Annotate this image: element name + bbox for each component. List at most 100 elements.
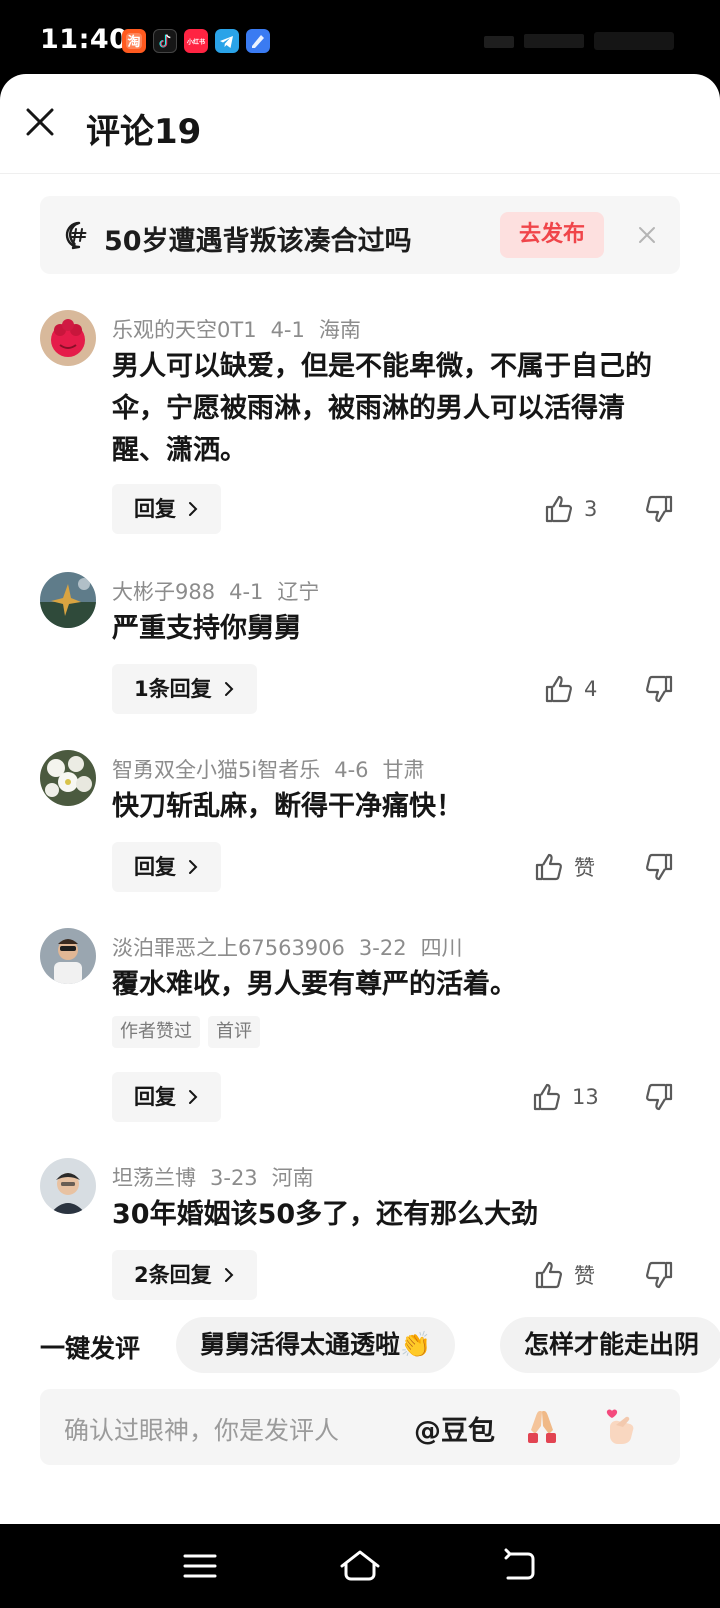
chevron-right-icon: [189, 860, 198, 874]
thumbs-up-icon: [545, 675, 572, 703]
avatar[interactable]: [40, 310, 96, 366]
notification-icons: 淘 小红书: [122, 29, 270, 53]
topic-banner[interactable]: 50岁遭遇背叛该凑合过吗 去发布: [40, 196, 680, 274]
like-button[interactable]: 赞: [534, 1260, 595, 1290]
reply-button[interactable]: 回复: [112, 484, 222, 534]
home-icon[interactable]: [338, 1548, 382, 1584]
username[interactable]: 淡泊罪恶之上67563906: [112, 936, 345, 960]
thumbs-down-icon[interactable]: [644, 1082, 674, 1112]
comment-meta: 坦荡兰博 3-23 河南: [112, 1162, 328, 1192]
username[interactable]: 坦荡兰博: [112, 1166, 196, 1190]
quick-comment-label: 一键发评: [40, 1334, 141, 1363]
like-count: 赞: [574, 1264, 595, 1288]
comment-location: 甘肃: [382, 758, 425, 782]
author-liked-tag: 作者赞过: [112, 1016, 200, 1048]
username[interactable]: 智勇双全小猫5i智者乐: [112, 758, 320, 782]
comment-sheet: 评论19 50岁遭遇背叛该凑合过吗 去发布 乐观的天空0T1 4-1 海南 男人可以…: [0, 74, 720, 1524]
thumbs-up-icon: [535, 853, 562, 881]
folded-hands-icon[interactable]: [520, 1407, 564, 1447]
close-topic-icon[interactable]: [636, 224, 658, 246]
status-bar: 11:40 淘 小红书: [0, 0, 720, 78]
reply-button[interactable]: 回复: [112, 1072, 222, 1122]
reply-button[interactable]: 2条回复: [112, 1250, 257, 1300]
taobao-icon: 淘: [122, 29, 146, 53]
comment-location: 辽宁: [277, 580, 320, 604]
reply-label: 2条回复: [134, 1263, 212, 1287]
status-time: 11:40: [40, 24, 129, 55]
comment-meta: 智勇双全小猫5i智者乐 4-6 甘肃: [112, 754, 439, 784]
thumbs-down-icon[interactable]: [644, 852, 674, 882]
comment-meta: 大彬子988 4-1 辽宁: [112, 576, 333, 606]
like-count: 赞: [574, 856, 595, 880]
comment-input[interactable]: 确认过眼神，你是发评人 @豆包: [40, 1389, 680, 1465]
reply-label: 回复: [134, 1085, 176, 1109]
comment-date: 3-22: [358, 936, 407, 960]
like-button[interactable]: 3: [544, 494, 597, 524]
topic-text: 50岁遭遇背叛该凑合过吗: [104, 226, 412, 257]
comment-date: 4-6: [334, 758, 369, 782]
chevron-right-icon: [224, 682, 234, 696]
close-icon[interactable]: [22, 104, 58, 140]
hashtag-icon: [64, 220, 94, 250]
quick-comment-chip[interactable]: 怎样才能走出阴: [500, 1317, 720, 1373]
publish-button[interactable]: 去发布: [500, 212, 604, 258]
thumbs-down-icon[interactable]: [644, 674, 674, 704]
comment-text: 严重支持你舅舅: [112, 613, 301, 644]
mention-doubao-button[interactable]: @豆包: [414, 1409, 495, 1448]
avatar[interactable]: [40, 750, 96, 806]
comment-meta: 淡泊罪恶之上67563906 3-22 四川: [112, 932, 477, 962]
reply-label: 回复: [134, 855, 176, 879]
comment-meta: 乐观的天空0T1 4-1 海南: [112, 314, 375, 344]
input-placeholder: 确认过眼神，你是发评人: [64, 1416, 340, 1445]
reply-button[interactable]: 1条回复: [112, 664, 257, 714]
quick-comment-bar: 一键发评 舅舅活得太通透啦👏 怎样才能走出阴: [0, 1317, 720, 1373]
thumbs-up-icon: [535, 1261, 562, 1289]
like-count: 13: [572, 1085, 599, 1109]
like-count: 3: [584, 497, 598, 521]
douyin-icon: [153, 29, 177, 53]
chevron-right-icon: [189, 502, 198, 516]
comment-text: 快刀斩乱麻，断得干净痛快！: [112, 791, 463, 822]
system-nav-bar: [0, 1524, 720, 1608]
finger-heart-icon[interactable]: [600, 1405, 644, 1449]
comment-date: 4-1: [270, 318, 305, 342]
thumbs-up-icon: [533, 1083, 560, 1111]
comment-location: 海南: [318, 318, 361, 342]
reply-label: 1条回复: [134, 677, 212, 701]
thumbs-down-icon[interactable]: [644, 494, 674, 524]
username[interactable]: 大彬子988: [112, 580, 215, 604]
reply-label: 回复: [134, 497, 176, 521]
comment-location: 河南: [271, 1166, 314, 1190]
avatar[interactable]: [40, 572, 96, 628]
comment-date: 3-23: [210, 1166, 258, 1190]
avatar[interactable]: [40, 928, 96, 984]
browser-icon: [246, 29, 270, 53]
username[interactable]: 乐观的天空0T1: [112, 318, 257, 342]
comments-title: 评论19: [86, 112, 202, 152]
chevron-right-icon: [189, 1090, 198, 1104]
quick-comment-chip[interactable]: 舅舅活得太通透啦👏: [176, 1317, 456, 1373]
like-button[interactable]: 赞: [534, 852, 595, 882]
like-button[interactable]: 4: [544, 674, 597, 704]
like-button[interactable]: 13: [532, 1082, 599, 1112]
thumbs-up-icon: [545, 495, 572, 523]
thumbs-down-icon[interactable]: [644, 1260, 674, 1290]
comment-text: 男人可以缺爱，但是不能卑微，不属于自己的伞，宁愿被雨淋，被雨淋的男人可以活得清醒…: [112, 351, 652, 466]
comment-text: 30年婚姻该50多了，还有那么大劲: [112, 1199, 539, 1230]
chevron-right-icon: [224, 1268, 234, 1282]
svg-text:淘: 淘: [127, 34, 140, 50]
menu-icon[interactable]: [180, 1548, 220, 1584]
telegram-icon: [215, 29, 239, 53]
avatar[interactable]: [40, 1158, 96, 1214]
xiaohongshu-icon: 小红书: [184, 29, 208, 53]
like-count: 4: [584, 677, 598, 701]
comment-tags: 作者赞过 首评: [112, 1016, 260, 1048]
comment-location: 四川: [420, 936, 463, 960]
back-icon[interactable]: [500, 1548, 540, 1584]
sheet-header: 评论19: [0, 74, 720, 174]
first-comment-tag: 首评: [208, 1016, 260, 1048]
reply-button[interactable]: 回复: [112, 842, 222, 892]
status-right-area: [484, 30, 674, 52]
comment-text: 覆水难收，男人要有尊严的活着。: [112, 969, 517, 1000]
comment-date: 4-1: [229, 580, 264, 604]
